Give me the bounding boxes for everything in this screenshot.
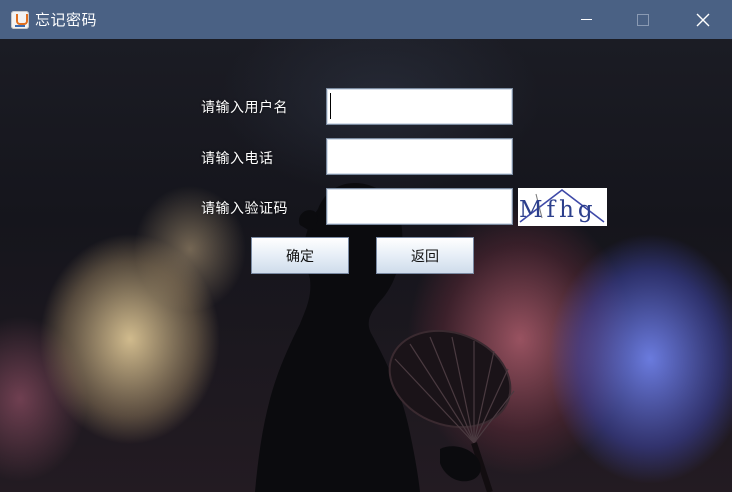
minimize-button[interactable] xyxy=(563,0,609,39)
back-button[interactable]: 返回 xyxy=(376,237,474,274)
username-label: 请输入用户名 xyxy=(201,100,288,116)
captcha-input[interactable] xyxy=(326,188,513,225)
captcha-label: 请输入验证码 xyxy=(201,201,288,217)
window-title: 忘记密码 xyxy=(35,11,98,29)
close-button[interactable] xyxy=(680,0,726,39)
close-icon xyxy=(696,13,710,26)
captcha-code: Mfhg xyxy=(519,197,597,223)
username-input[interactable] xyxy=(326,88,513,125)
captcha-image[interactable]: Mfhg xyxy=(518,188,607,226)
maximize-icon xyxy=(637,13,649,26)
phone-input[interactable] xyxy=(326,138,513,175)
maximize-button[interactable] xyxy=(620,0,666,39)
text-caret xyxy=(330,93,331,119)
phone-label: 请输入电话 xyxy=(201,151,274,167)
java-app-icon xyxy=(11,10,29,29)
minimize-icon xyxy=(580,19,592,20)
title-bar: 忘记密码 xyxy=(0,0,732,39)
background-image-panel: 请输入用户名 请输入电话 请输入验证码 Mfhg 确定 返回 xyxy=(0,39,732,492)
confirm-button[interactable]: 确定 xyxy=(251,237,349,274)
